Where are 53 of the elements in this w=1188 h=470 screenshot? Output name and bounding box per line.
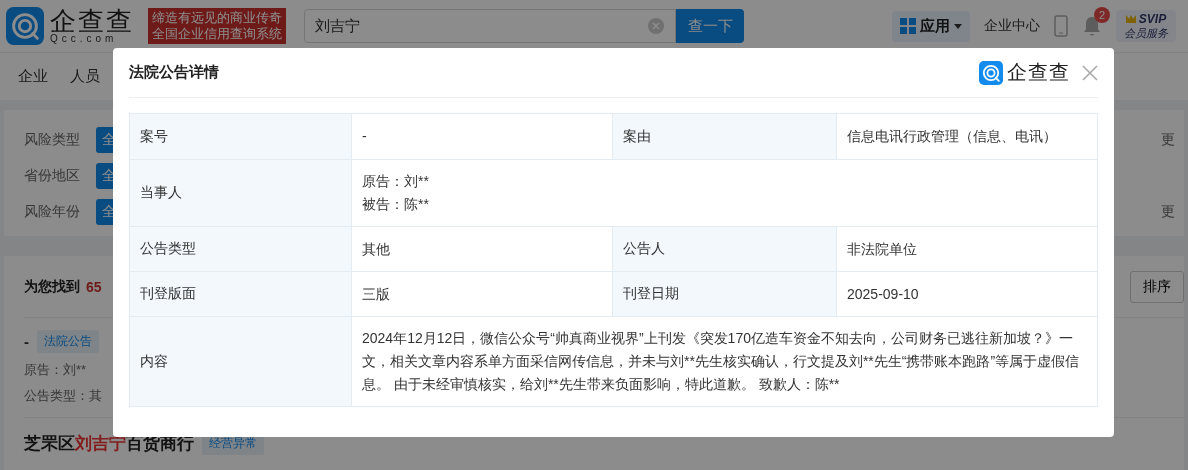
vip-button[interactable]: SVIP 会员服务: [1116, 10, 1176, 42]
field-label: 内容: [130, 317, 352, 406]
result-detail: 原告：刘**: [24, 361, 87, 379]
field-value: 三版: [362, 284, 391, 304]
field-label: 公告人: [613, 227, 837, 271]
slogan-banner: 缔造有远见的商业传奇 全国企业信用查询系统: [148, 8, 286, 44]
field-label: 案号: [130, 114, 352, 159]
logo-icon: [979, 60, 1003, 85]
close-icon: [1082, 64, 1098, 81]
logo-icon: [6, 7, 44, 45]
field-label: 案由: [613, 114, 837, 159]
field-value: 2025-09-10: [847, 284, 920, 304]
field-value: 被告：陈**: [362, 195, 430, 214]
vip-title: SVIP: [1138, 12, 1167, 26]
sort-button[interactable]: 排序: [1130, 270, 1184, 303]
result-title[interactable]: -: [24, 333, 29, 350]
category-tag: 法院公告: [37, 330, 99, 353]
nav-tab[interactable]: 企业: [18, 67, 48, 86]
apps-menu-button[interactable]: 应用: [892, 10, 970, 42]
vip-subtitle: 会员服务: [1124, 26, 1168, 40]
results-count: 65: [86, 278, 102, 295]
filter-label: 省份地区: [24, 167, 81, 185]
caret-icon: [954, 23, 962, 29]
field-value: 原告：刘**: [362, 172, 430, 191]
field-value: 2024年12月12日，微信公众号“帅真商业视界”上刊发《突发170亿造车资金不知去向，公司财务已逃往新加坡？》一文，相关文章内容系单方面采信网传信息，并未与刘**先生核实确认，行文提及刘**先生“携带账本跑路”等属于虚假信息。 由于未经审慎核实，给刘**先生带来负面影响，特此道歉。 致歉人：陈**: [362, 329, 1081, 394]
clear-icon[interactable]: [648, 18, 664, 34]
more-link[interactable]: 更: [1161, 131, 1184, 149]
search-button[interactable]: 查一下: [676, 9, 744, 43]
field-label: 刊登版面: [130, 272, 352, 316]
field-label: 公告类型: [130, 227, 352, 271]
field-value: 信息电讯行政管理（信息、电讯）: [847, 127, 1058, 146]
close-button[interactable]: [1082, 64, 1098, 81]
brand-name: 企查查: [1007, 60, 1070, 85]
field-label: 刊登日期: [613, 272, 837, 316]
grid-icon: [900, 18, 916, 34]
nav-tab[interactable]: 人员: [70, 67, 100, 86]
filter-label: 风险类型: [24, 131, 81, 149]
search-field[interactable]: 刘吉宁: [304, 9, 676, 43]
dialog-title: 法院公告详情: [129, 63, 219, 82]
enterprise-center-link[interactable]: 企业中心: [984, 17, 1040, 35]
field-value: 其他: [362, 239, 391, 259]
result-detail: 公告类型：其: [24, 387, 102, 405]
logo-domain: Qcc.com: [50, 34, 119, 44]
results-summary: 为您找到: [24, 277, 80, 296]
notification-badge: 2: [1094, 7, 1110, 23]
more-link[interactable]: 更: [1161, 203, 1184, 221]
field-value: -: [362, 127, 368, 146]
field-label: 当事人: [130, 160, 352, 226]
logo-name: 企查查: [50, 8, 134, 34]
field-value: 非法院单位: [847, 239, 918, 259]
filter-label: 风险年份: [24, 203, 81, 221]
crown-icon: [1125, 15, 1136, 23]
phone-icon[interactable]: [1054, 15, 1068, 37]
